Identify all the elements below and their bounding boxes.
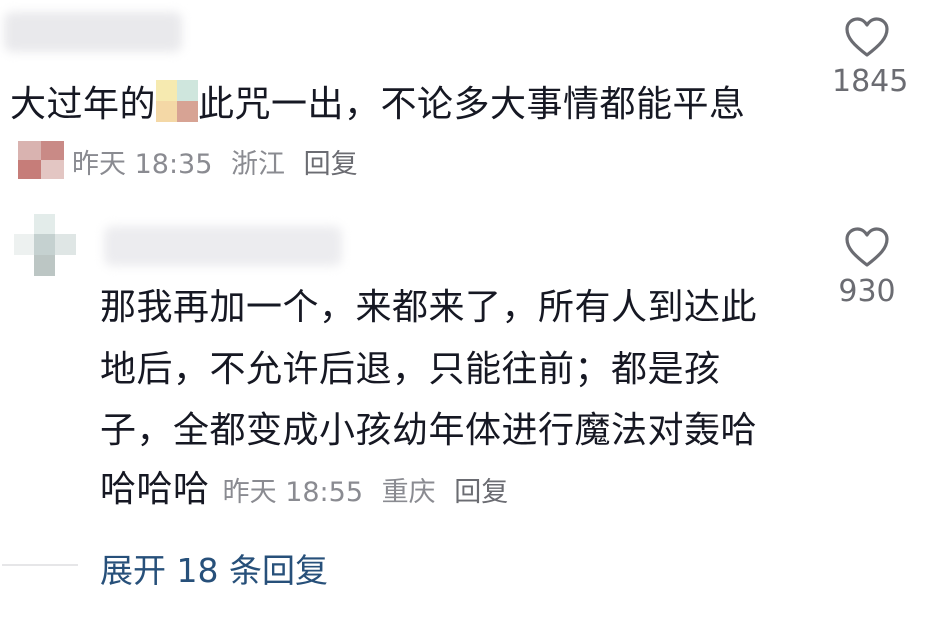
replier-username-redacted[interactable]: [104, 226, 342, 266]
heart-outline-icon[interactable]: [844, 16, 890, 58]
expand-replies-button[interactable]: 展开 18 条回复: [100, 544, 328, 592]
reply-like[interactable]: 930: [832, 226, 902, 309]
reply-line-1: 那我再加一个，来都来了，所有人到达此: [100, 287, 758, 328]
comment-text-part2: 此咒一出，不论多大事情都能平息: [198, 84, 746, 125]
reply-line-2: 地后，不允许后退，只能往前；都是孩: [100, 349, 721, 390]
reply-reply-button[interactable]: 回复: [454, 477, 508, 508]
heart-outline-icon[interactable]: [844, 226, 890, 268]
reply-like-count: 930: [838, 274, 896, 309]
comment-meta: 昨天 18:35 浙江 回复: [72, 142, 358, 181]
comment-like[interactable]: 1845: [832, 16, 909, 99]
comment-like-count: 1845: [832, 64, 909, 99]
emoji-redacted: [156, 80, 199, 122]
comment-text: 大过年的 此咒一出，不论多大事情都能平息: [10, 80, 746, 125]
commenter-avatar-redacted[interactable]: [18, 141, 64, 179]
expand-divider: [2, 564, 78, 566]
comment-thread: 大过年的 此咒一出，不论多大事情都能平息 昨天 18:35 浙江 回复 1845: [0, 0, 930, 618]
commenter-username-redacted[interactable]: [4, 12, 182, 52]
reply-last-line: 哈哈哈 昨天 18:55 重庆 回复: [100, 470, 508, 510]
reply-line-4: 哈哈哈: [100, 469, 210, 510]
comment-time: 昨天 18:35: [72, 149, 213, 180]
reply-line-3: 子，全都变成小孩幼年体进行魔法对轰哈: [100, 410, 758, 451]
replier-avatar-redacted[interactable]: [14, 214, 76, 276]
comment-reply-button[interactable]: 回复: [304, 149, 358, 180]
reply-location: 重庆: [381, 477, 436, 508]
reply-time: 昨天 18:55: [222, 477, 364, 508]
comment-text-part1: 大过年的: [10, 84, 157, 125]
comment-location: 浙江: [231, 149, 285, 180]
reply-meta: 昨天 18:55 重庆 回复: [223, 477, 509, 508]
